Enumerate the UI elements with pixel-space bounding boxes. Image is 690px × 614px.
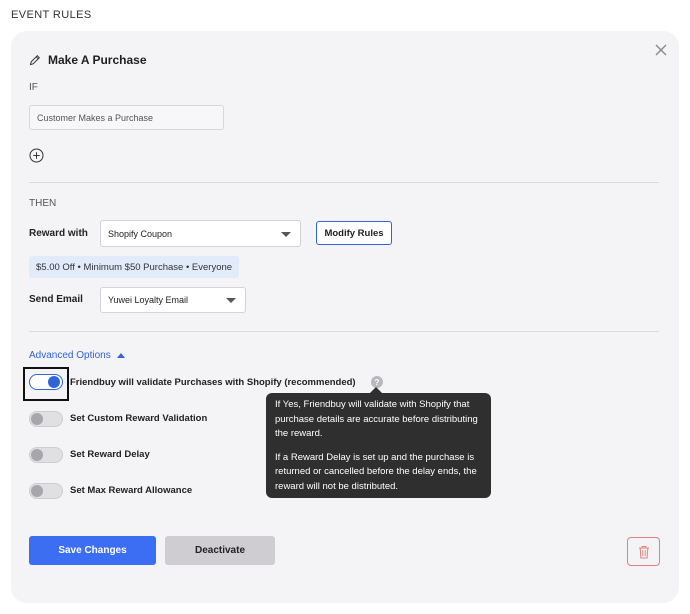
rule-title-row: Make A Purchase [29,53,147,67]
save-changes-button[interactable]: Save Changes [29,536,156,565]
delete-button[interactable] [627,537,660,566]
toggle-custom-validation[interactable] [29,411,63,427]
rule-title: Make A Purchase [48,53,147,67]
divider [29,331,659,332]
tooltip-text-1: If Yes, Friendbuy will validate with Sho… [275,399,478,439]
section-title: EVENT RULES [11,9,92,21]
tooltip: If Yes, Friendbuy will validate with Sho… [266,387,491,498]
pencil-icon[interactable] [29,54,41,66]
toggle-max-reward-label: Set Max Reward Allowance [70,485,193,496]
condition-field[interactable]: Customer Makes a Purchase [29,105,224,130]
condition-value: Customer Makes a Purchase [37,112,154,123]
then-label: THEN [29,198,57,209]
close-icon[interactable] [654,43,668,57]
divider [29,182,659,183]
email-select[interactable]: Yuwei Loyalty Email [100,287,246,313]
email-label: Send Email [29,294,83,305]
chevron-down-icon [226,298,236,303]
modify-rules-button[interactable]: Modify Rules [316,221,392,245]
event-rule-card: Make A Purchase IF Customer Makes a Purc… [11,31,679,603]
toggle-knob [31,413,43,425]
advanced-options-toggle[interactable]: Advanced Options [29,350,125,361]
tooltip-text-2: If a Reward Delay is set up and the purc… [275,451,477,492]
toggle-knob [48,376,60,388]
plus-circle-icon[interactable] [29,148,44,163]
email-value: Yuwei Loyalty Email [108,295,189,305]
reward-type-value: Shopify Coupon [108,228,173,239]
toggle-knob [31,449,43,461]
reward-summary-badge: $5.00 Off • Minimum $50 Purchase • Every… [29,256,240,278]
chevron-up-icon [116,353,125,358]
trash-icon [638,545,649,558]
tooltip-arrow [370,387,382,393]
advanced-options-label: Advanced Options [29,350,111,361]
reward-type-select[interactable]: Shopify Coupon [100,220,301,247]
toggle-knob [31,485,43,497]
toggle-reward-delay[interactable] [29,447,63,463]
toggle-custom-validation-label: Set Custom Reward Validation [70,413,208,424]
deactivate-button[interactable]: Deactivate [165,536,275,565]
chevron-down-icon [281,231,291,237]
toggle-reward-delay-label: Set Reward Delay [70,449,150,460]
if-label: IF [29,82,38,93]
toggle-validate-shopify[interactable] [29,374,63,390]
reward-label: Reward with [29,228,88,239]
toggle-validate-shopify-label: Friendbuy will validate Purchases with S… [70,377,356,388]
toggle-max-reward[interactable] [29,483,63,499]
